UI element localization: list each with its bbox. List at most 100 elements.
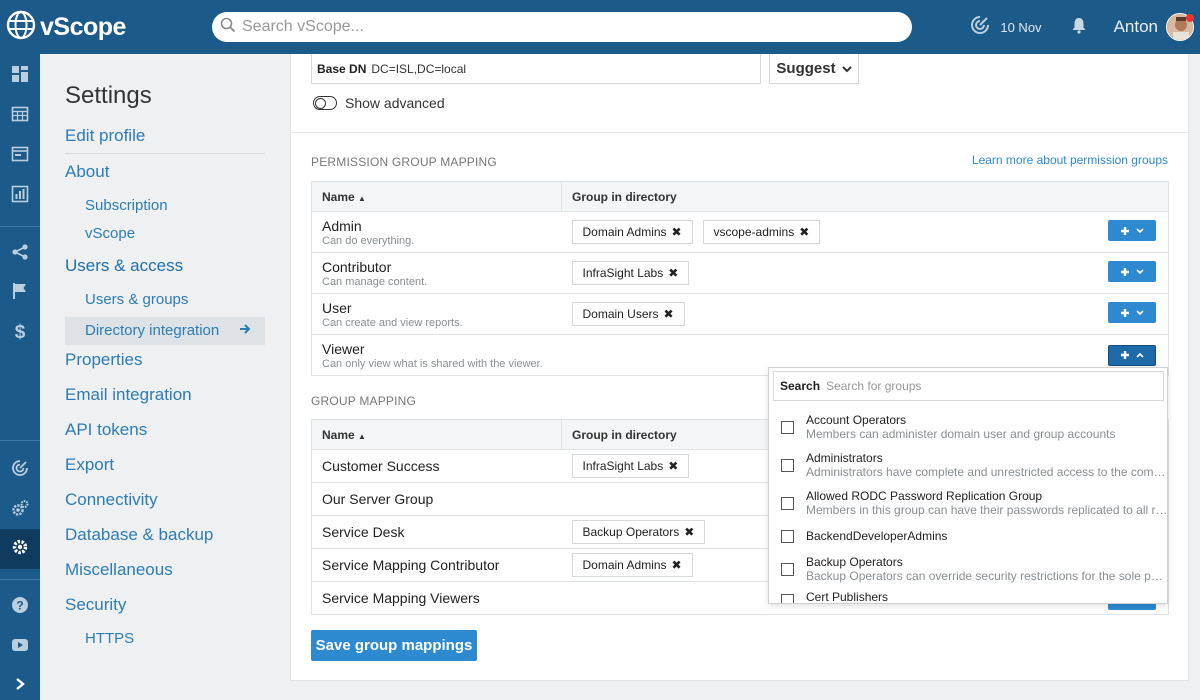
sidebar-item-users-groups[interactable]: Users & groups xyxy=(65,289,265,317)
role-name: Admin xyxy=(322,217,362,234)
checkbox[interactable] xyxy=(781,458,794,472)
add-group-button[interactable] xyxy=(1108,220,1156,241)
checkbox[interactable] xyxy=(781,562,794,576)
rail-dashboard[interactable] xyxy=(0,56,40,96)
remove-icon[interactable]: ✖ xyxy=(684,525,694,539)
option-name: Administrators xyxy=(806,451,883,465)
list-item[interactable]: Administrators Administrators have comple… xyxy=(769,446,1167,484)
sidebar-item-about[interactable]: About xyxy=(65,160,265,195)
sidebar-item-miscellaneous[interactable]: Miscellaneous xyxy=(65,558,265,593)
add-group-button[interactable] xyxy=(1108,261,1156,282)
show-advanced-toggle[interactable]: Show advanced xyxy=(313,95,445,111)
list-item[interactable]: Cert Publishers xyxy=(769,588,1167,603)
rail-tables[interactable] xyxy=(0,96,40,136)
sidebar-item-edit-profile[interactable]: Edit profile xyxy=(65,124,265,154)
rail-help[interactable]: ? xyxy=(0,587,40,627)
remove-icon[interactable]: ✖ xyxy=(668,266,678,280)
role-desc: Can only view what is shared with the vi… xyxy=(322,357,543,370)
rail-charts[interactable] xyxy=(0,176,40,216)
sidebar-item-api-tokens[interactable]: API tokens xyxy=(65,418,265,453)
remove-icon[interactable]: ✖ xyxy=(672,225,682,239)
global-search[interactable] xyxy=(212,12,912,42)
rail-videos[interactable] xyxy=(0,627,40,667)
sidebar-item-security[interactable]: Security xyxy=(65,593,265,628)
role-desc: Can create and view reports. xyxy=(322,316,463,329)
sidebar-item-subscription[interactable]: Subscription xyxy=(65,195,265,223)
group-search-field[interactable]: Search xyxy=(773,371,1164,401)
suggest-button[interactable]: Suggest xyxy=(769,54,859,84)
sidebar-item-connectivity[interactable]: Connectivity xyxy=(65,488,265,523)
remove-icon[interactable]: ✖ xyxy=(664,307,674,321)
rail-reports[interactable] xyxy=(0,136,40,176)
group-search-label: Search xyxy=(780,379,821,393)
option-name: Account Operators xyxy=(806,413,907,427)
group-chip: Domain Admins ✖ xyxy=(571,553,693,577)
video-icon xyxy=(11,636,29,659)
col-header-name[interactable]: Name ▲ xyxy=(311,419,562,450)
rail-automation[interactable] xyxy=(0,490,40,530)
rail-costs[interactable]: $ xyxy=(0,313,40,353)
suggest-label: Suggest xyxy=(776,60,836,77)
rail-discovery[interactable] xyxy=(0,450,40,490)
permission-section-label: PERMISSION GROUP MAPPING xyxy=(311,155,497,169)
group-name: Our Server Group xyxy=(311,482,562,516)
settings-nav: Edit profile About Subscription vScope U… xyxy=(65,124,265,656)
sidebar-item-vscope[interactable]: vScope xyxy=(65,223,265,251)
sidebar-item-properties[interactable]: Properties xyxy=(65,348,265,383)
rail-share[interactable] xyxy=(0,234,40,274)
option-name: Allowed RODC Password Replication Group xyxy=(806,489,1043,503)
remove-icon[interactable]: ✖ xyxy=(672,558,682,572)
add-group-button[interactable] xyxy=(1108,344,1156,366)
sidebar-item-database-backup[interactable]: Database & backup xyxy=(65,523,265,558)
table-icon xyxy=(11,105,29,128)
group-name: Service Desk xyxy=(311,515,562,549)
sidebar-item-export[interactable]: Export xyxy=(65,453,265,488)
list-item[interactable]: BackendDeveloperAdmins xyxy=(769,522,1167,550)
sidebar-item-directory-integration[interactable]: Directory integration xyxy=(65,317,265,345)
gears-icon xyxy=(11,499,29,522)
brand-logo[interactable]: vScope xyxy=(0,10,200,45)
save-group-mappings-button[interactable]: Save group mappings xyxy=(311,630,477,661)
rail-flags[interactable] xyxy=(0,273,40,313)
group-search-input[interactable] xyxy=(826,379,1147,393)
checkbox[interactable] xyxy=(781,420,794,434)
group-name: Service Mapping Viewers xyxy=(311,581,562,615)
option-desc: Administrators have complete and unrestr… xyxy=(806,465,1167,479)
search-input[interactable] xyxy=(242,18,842,36)
sidebar-item-https[interactable]: HTTPS xyxy=(65,628,265,656)
window-icon xyxy=(11,145,29,168)
user-menu[interactable]: Anton xyxy=(1114,13,1194,41)
table-row: Contributor Can manage content. InfraSigh… xyxy=(311,252,1169,294)
checkbox[interactable] xyxy=(781,496,794,510)
dashboard-icon xyxy=(11,65,29,88)
role-desc: Can manage content. xyxy=(322,275,428,288)
role-name: User xyxy=(322,299,352,316)
group-option-list: Account Operators Members can administer … xyxy=(769,408,1167,603)
radar-icon xyxy=(970,15,990,40)
list-item[interactable]: Allowed RODC Password Replication Group M… xyxy=(769,484,1167,522)
remove-icon[interactable]: ✖ xyxy=(799,225,809,239)
learn-more-link[interactable]: Learn more about permission groups xyxy=(972,153,1168,167)
toggle-switch[interactable] xyxy=(313,96,337,110)
rail-settings[interactable] xyxy=(0,529,40,569)
group-chip: Domain Admins ✖ xyxy=(571,220,693,244)
show-advanced-label: Show advanced xyxy=(345,95,445,111)
base-dn-field[interactable]: Base DN DC=ISL,DC=local xyxy=(311,54,761,84)
col-header-name[interactable]: Name ▲ xyxy=(311,181,562,212)
sidebar-item-users-access[interactable]: Users & access xyxy=(65,254,265,289)
remove-icon[interactable]: ✖ xyxy=(668,459,678,473)
sidebar-item-email-integration[interactable]: Email integration xyxy=(65,383,265,418)
timeline-date[interactable]: 10 Nov xyxy=(970,15,1042,40)
list-item[interactable]: Backup Operators Backup Operators can ove… xyxy=(769,550,1167,588)
add-group-button[interactable] xyxy=(1108,302,1156,323)
dollar-icon: $ xyxy=(14,322,26,343)
list-item[interactable]: Account Operators Members can administer … xyxy=(769,408,1167,446)
bell-icon[interactable] xyxy=(1070,16,1088,39)
globe-icon xyxy=(6,10,36,45)
checkbox[interactable] xyxy=(781,529,794,543)
settings-sidebar: Settings Edit profile About Subscription… xyxy=(40,54,290,700)
checkbox[interactable] xyxy=(781,594,794,603)
rail-expand[interactable] xyxy=(0,666,40,700)
brand-name: vScope xyxy=(40,12,126,41)
sort-asc-icon: ▲ xyxy=(358,193,366,203)
